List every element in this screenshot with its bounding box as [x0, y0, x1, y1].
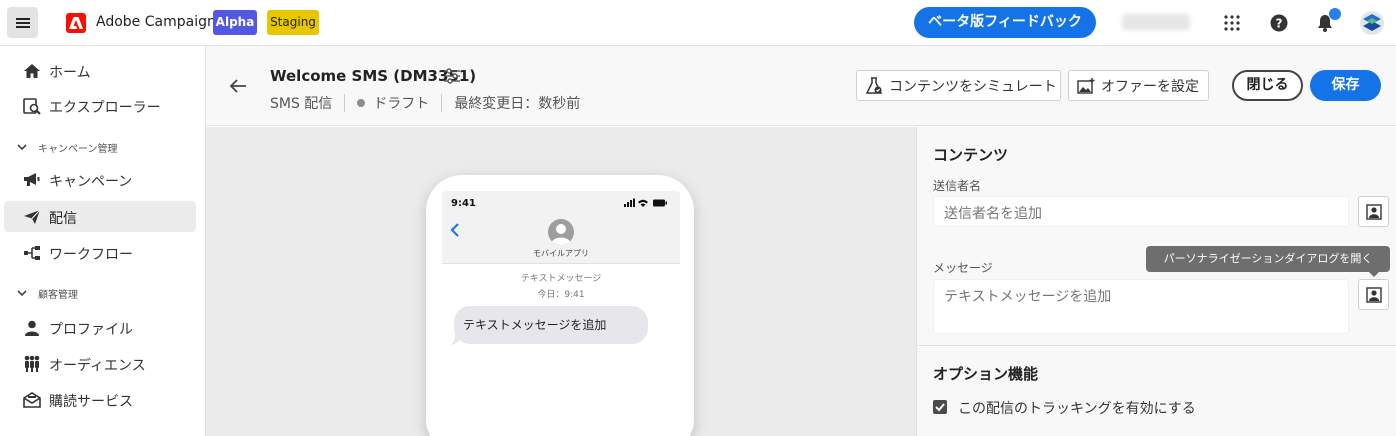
- message-type-label: テキストメッセージ: [520, 274, 602, 284]
- offer-image-icon: [1077, 77, 1095, 95]
- app-name: Adobe Campaign: [96, 14, 216, 30]
- divider: [344, 94, 346, 112]
- audience-icon: [23, 355, 41, 373]
- configure-offers-button[interactable]: オファーを設定: [1068, 70, 1209, 101]
- sidebar-item-home[interactable]: ホーム: [4, 55, 196, 86]
- signal-wifi-battery-icon: [624, 198, 667, 207]
- notification-dot: [1329, 8, 1341, 20]
- options-section: オプション機能 この配信のトラッキングを有効にする: [917, 347, 1396, 436]
- sidebar: ホーム エクスプローラー キャンペーン管理 キャンペーン 配信 ワークフロー 顧…: [0, 46, 206, 436]
- sidebar-item-label: ワークフロー: [49, 247, 133, 263]
- message-label: メッセージ: [933, 261, 993, 275]
- svg-text:?: ?: [1276, 17, 1283, 31]
- simulate-label: コンテンツをシミュレート: [889, 78, 1057, 95]
- content-section: コンテンツ 送信者名 送信者名を追加 メッセージ テキストメッセージを追加 パー…: [917, 127, 1396, 346]
- workflow-icon: [23, 244, 41, 262]
- alpha-badge: Alpha: [213, 10, 257, 35]
- sidebar-item-audience[interactable]: オーディエンス: [4, 348, 196, 379]
- section-campaign-header[interactable]: キャンペーン管理: [16, 137, 118, 157]
- sender-label: 送信者名: [933, 179, 982, 193]
- message-bubble: テキストメッセージを追加: [454, 306, 648, 344]
- status-badge: ドラフト: [373, 96, 430, 112]
- tooltip-arrow: [1368, 271, 1380, 277]
- user-icon: [23, 319, 41, 337]
- divider: [441, 94, 443, 112]
- sidebar-item-workflow[interactable]: ワークフロー: [4, 237, 196, 268]
- page-header: Welcome SMS (DM3351) SMS 配信 ドラフト 最終変更日：数…: [206, 46, 1396, 126]
- save-button[interactable]: 保存: [1310, 70, 1381, 101]
- sidebar-item-label: ホーム: [49, 65, 91, 81]
- back-arrow-icon[interactable]: [228, 76, 248, 96]
- sidebar-item-label: エクスプローラー: [49, 100, 161, 116]
- sidebar-item-campaign[interactable]: キャンペーン: [4, 164, 196, 195]
- help-icon[interactable]: ?: [1268, 12, 1290, 34]
- org-name[interactable]: [1122, 14, 1190, 30]
- content-panel: コンテンツ 送信者名 送信者名を追加 メッセージ テキストメッセージを追加 パー…: [916, 127, 1396, 436]
- personalization-icon: [1365, 203, 1382, 220]
- channel-label: SMS 配信: [270, 96, 333, 112]
- sidebar-item-label: プロファイル: [49, 322, 133, 338]
- sidebar-item-label: キャンペーン: [49, 174, 133, 190]
- sidebar-item-delivery[interactable]: 配信: [4, 201, 196, 232]
- sender-name-field[interactable]: 送信者名を追加: [933, 196, 1349, 227]
- sidebar-item-label: 配信: [49, 211, 77, 227]
- mail-subscription-icon: [23, 391, 41, 409]
- check-icon: [935, 403, 945, 412]
- options-title: オプション機能: [933, 365, 1039, 383]
- offers-label: オファーを設定: [1101, 78, 1199, 95]
- sidebar-item-profile[interactable]: プロファイル: [4, 312, 196, 343]
- sidebar-item-subscription[interactable]: 購読サービス: [4, 384, 196, 415]
- tracking-label: この配信のトラッキングを有効にする: [958, 401, 1196, 417]
- chevron-down-icon: [17, 144, 27, 151]
- sidebar-item-label: 購読サービス: [49, 394, 133, 410]
- message-personalization-button[interactable]: [1358, 279, 1389, 310]
- phone-app-name: モバイルアプリ: [533, 249, 589, 258]
- close-button[interactable]: 閉じる: [1232, 70, 1303, 101]
- hamburger-icon[interactable]: [7, 7, 38, 38]
- section-label: キャンペーン管理: [38, 143, 118, 155]
- phone-mockup: 9:41 モバイルアプリ テキストメッセージ 今日：9:41 テキストメッセージ…: [426, 175, 694, 436]
- top-bar: Adobe Campaign Alpha Staging ベータ版フィードバック…: [0, 0, 1396, 46]
- last-modified: 最終変更日：数秒前: [454, 96, 581, 112]
- chevron-left-icon: [450, 223, 459, 237]
- phone-header: 9:41 モバイルアプリ: [442, 191, 680, 264]
- contact-avatar-icon: [548, 219, 574, 245]
- explorer-icon: [23, 97, 41, 115]
- sidebar-item-explorer[interactable]: エクスプローラー: [4, 90, 196, 121]
- settings-sliders-icon[interactable]: [443, 67, 461, 85]
- tracking-checkbox[interactable]: [933, 400, 947, 414]
- status-dot: [357, 99, 366, 107]
- send-icon: [23, 208, 41, 226]
- avatar[interactable]: [1360, 11, 1384, 35]
- sidebar-item-label: オーディエンス: [49, 358, 146, 374]
- apps-grid-icon[interactable]: [1221, 12, 1243, 34]
- adobe-logo-icon: [66, 13, 86, 33]
- section-customer-header[interactable]: 顧客管理: [16, 283, 78, 303]
- delivery-meta: SMS 配信 ドラフト 最終変更日：数秒前: [270, 93, 580, 113]
- phone-time: 9:41: [451, 198, 476, 209]
- home-icon: [23, 62, 41, 80]
- flask-icon: [865, 76, 883, 95]
- personalization-tooltip: パーソナライゼーションダイアログを開く: [1146, 246, 1390, 272]
- sender-personalization-button[interactable]: [1358, 196, 1389, 227]
- personalization-icon: [1365, 286, 1382, 303]
- content-title: コンテンツ: [933, 146, 1009, 164]
- message-time: 今日：9:41: [537, 290, 585, 300]
- simulate-content-button[interactable]: コンテンツをシミュレート: [856, 70, 1061, 101]
- section-label: 顧客管理: [38, 289, 78, 301]
- sms-preview-area: 9:41 モバイルアプリ テキストメッセージ 今日：9:41 テキストメッセージ…: [206, 127, 916, 436]
- chevron-down-icon: [17, 290, 27, 297]
- message-field[interactable]: テキストメッセージを追加: [933, 279, 1349, 334]
- staging-badge: Staging: [267, 10, 319, 35]
- beta-feedback-button[interactable]: ベータ版フィードバック: [914, 7, 1096, 38]
- phone-screen: 9:41 モバイルアプリ テキストメッセージ 今日：9:41 テキストメッセージ…: [442, 191, 680, 436]
- megaphone-icon: [23, 171, 41, 189]
